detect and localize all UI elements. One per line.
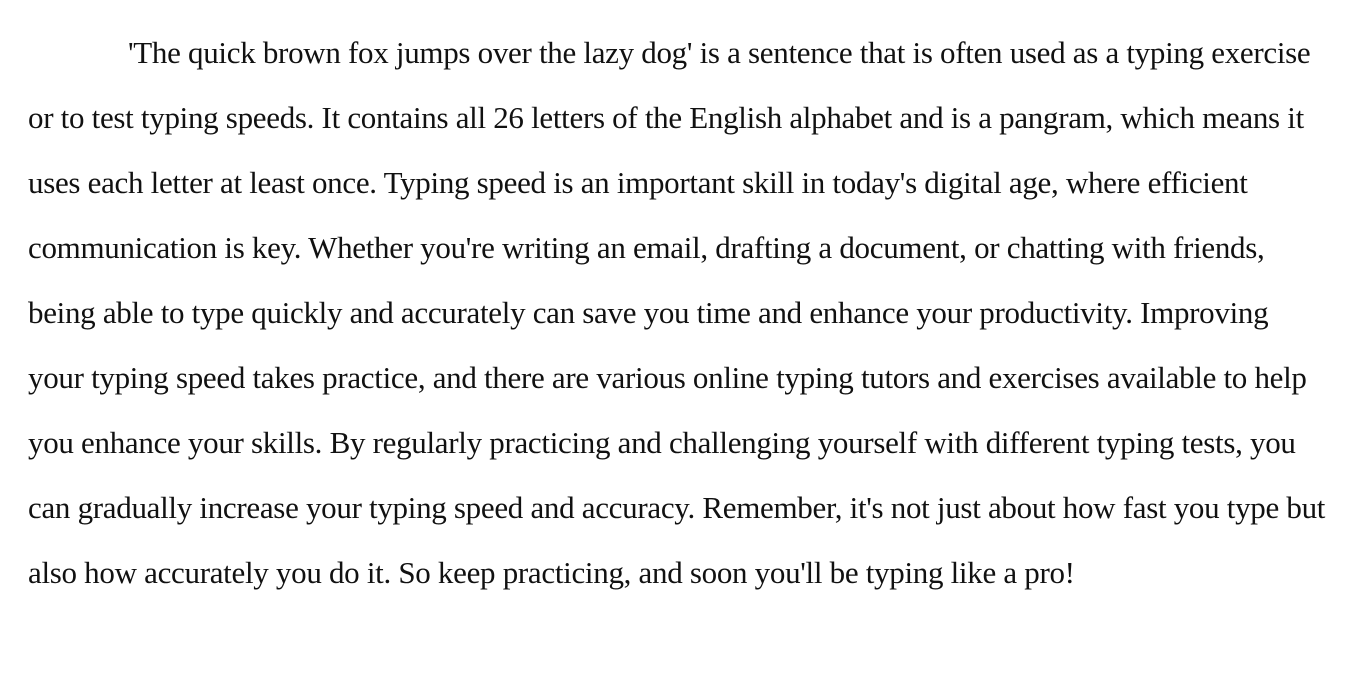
document-body: 'The quick brown fox jumps over the lazy… xyxy=(28,20,1328,605)
body-paragraph: 'The quick brown fox jumps over the lazy… xyxy=(28,35,1326,590)
